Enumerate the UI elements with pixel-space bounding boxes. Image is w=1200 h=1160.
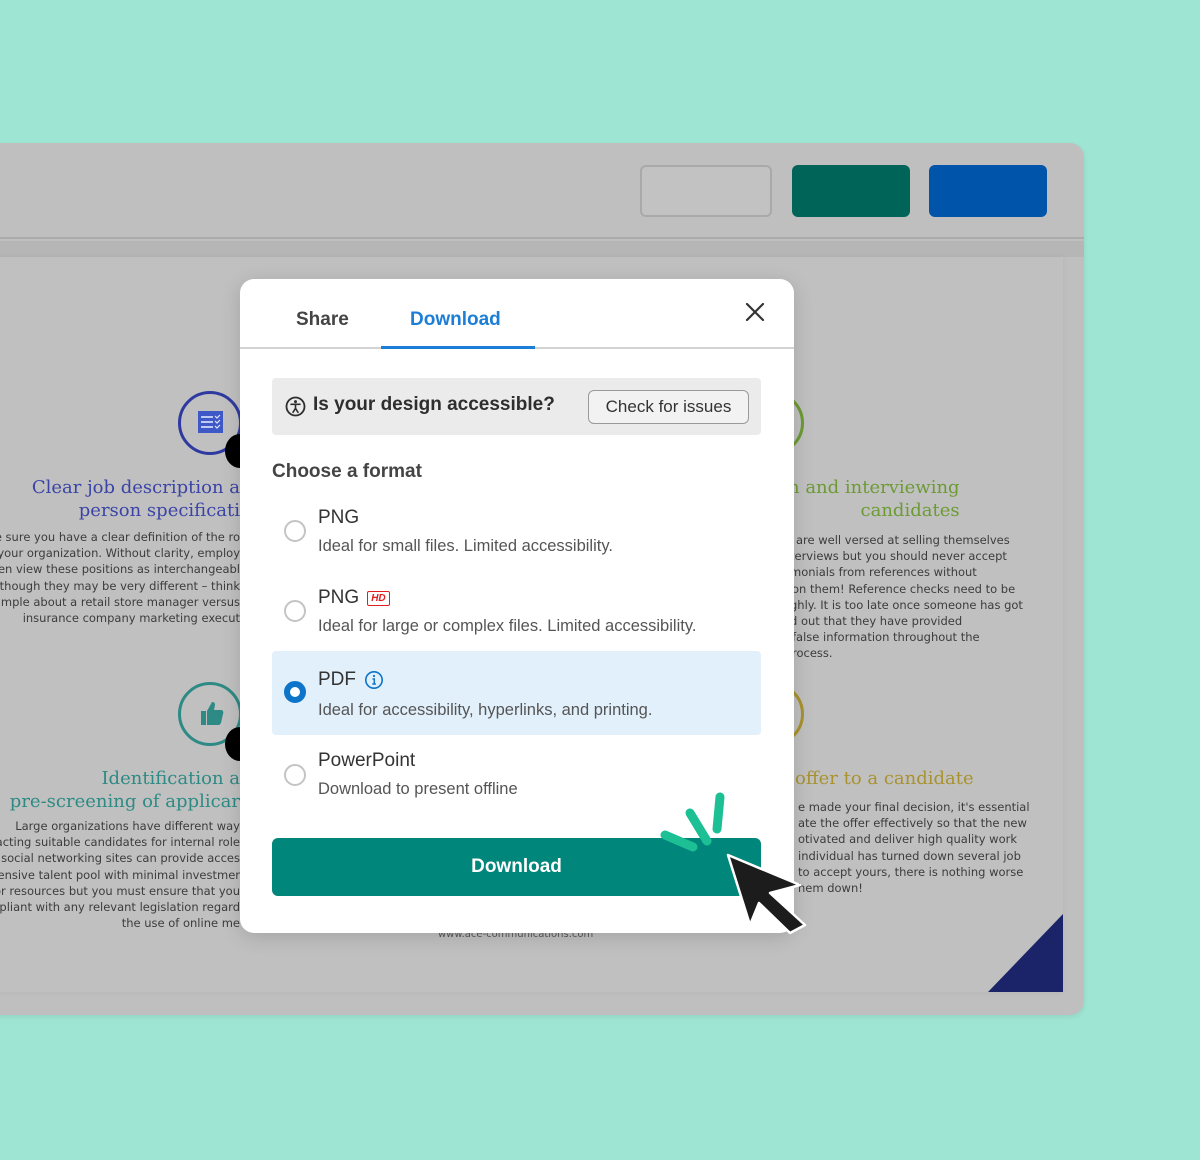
format-title: PNG HD <box>318 587 390 609</box>
format-option-png[interactable]: PNG Ideal for small files. Limited acces… <box>272 495 761 579</box>
format-description: Download to present offline <box>318 780 518 798</box>
format-description: Ideal for accessibility, hyperlinks, and… <box>318 701 653 719</box>
radio-png[interactable] <box>284 520 306 542</box>
corner-decoration <box>988 914 1063 992</box>
active-tab-indicator <box>381 346 535 349</box>
format-title: PNG <box>318 507 360 528</box>
section-heading: Clear job description a person specifica… <box>31 477 240 521</box>
format-title: PDF <box>318 669 384 691</box>
toolbar-green-button[interactable] <box>792 165 910 217</box>
radio-powerpoint[interactable] <box>284 764 306 786</box>
accessibility-banner: Is your design accessible? Check for iss… <box>272 378 761 435</box>
radio-png-hd[interactable] <box>284 600 306 622</box>
radio-pdf[interactable] <box>284 681 306 703</box>
format-option-powerpoint[interactable]: PowerPoint Download to present offline <box>272 745 761 829</box>
accessibility-icon <box>285 396 306 417</box>
close-button[interactable] <box>740 297 770 327</box>
tab-bar: Share Download <box>240 279 794 349</box>
canvas-gutter <box>0 241 1084 257</box>
section-body: ake sure you have a clear definition of … <box>0 530 240 626</box>
accessibility-question: Is your design accessible? <box>313 394 555 415</box>
app-toolbar <box>0 143 1084 239</box>
section-body: e made your final decision, it's essenti… <box>798 800 1030 896</box>
format-description: Ideal for small files. Limited accessibi… <box>318 537 613 555</box>
close-icon <box>745 302 765 322</box>
check-for-issues-button[interactable]: Check for issues <box>588 390 749 424</box>
toolbar-outline-button[interactable] <box>640 165 772 217</box>
format-description: Ideal for large or complex files. Limite… <box>318 617 697 635</box>
section-heading: n and interviewing candidates <box>788 477 960 521</box>
info-icon[interactable] <box>364 670 384 690</box>
format-section-label: Choose a format <box>272 461 422 482</box>
tab-share[interactable]: Share <box>296 309 349 331</box>
download-button[interactable]: Download <box>272 838 761 896</box>
section-heading: offer to a candidate <box>795 768 974 789</box>
format-option-pdf[interactable]: PDF Ideal for accessibility, hyperlinks,… <box>272 651 761 735</box>
download-dialog: Share Download Is your design accessible… <box>240 279 794 933</box>
tab-download[interactable]: Download <box>410 309 501 331</box>
hd-badge: HD <box>367 590 390 606</box>
format-option-png-hd[interactable]: PNG HD Ideal for large or complex files.… <box>272 575 761 659</box>
format-title: PowerPoint <box>318 750 416 771</box>
toolbar-blue-button[interactable] <box>929 165 1047 217</box>
section-heading: Identification a pre-screening of applic… <box>9 768 240 812</box>
section-body: are well versed at selling themselves te… <box>790 533 1023 661</box>
section-body: Large organizations have different way t… <box>0 819 240 931</box>
